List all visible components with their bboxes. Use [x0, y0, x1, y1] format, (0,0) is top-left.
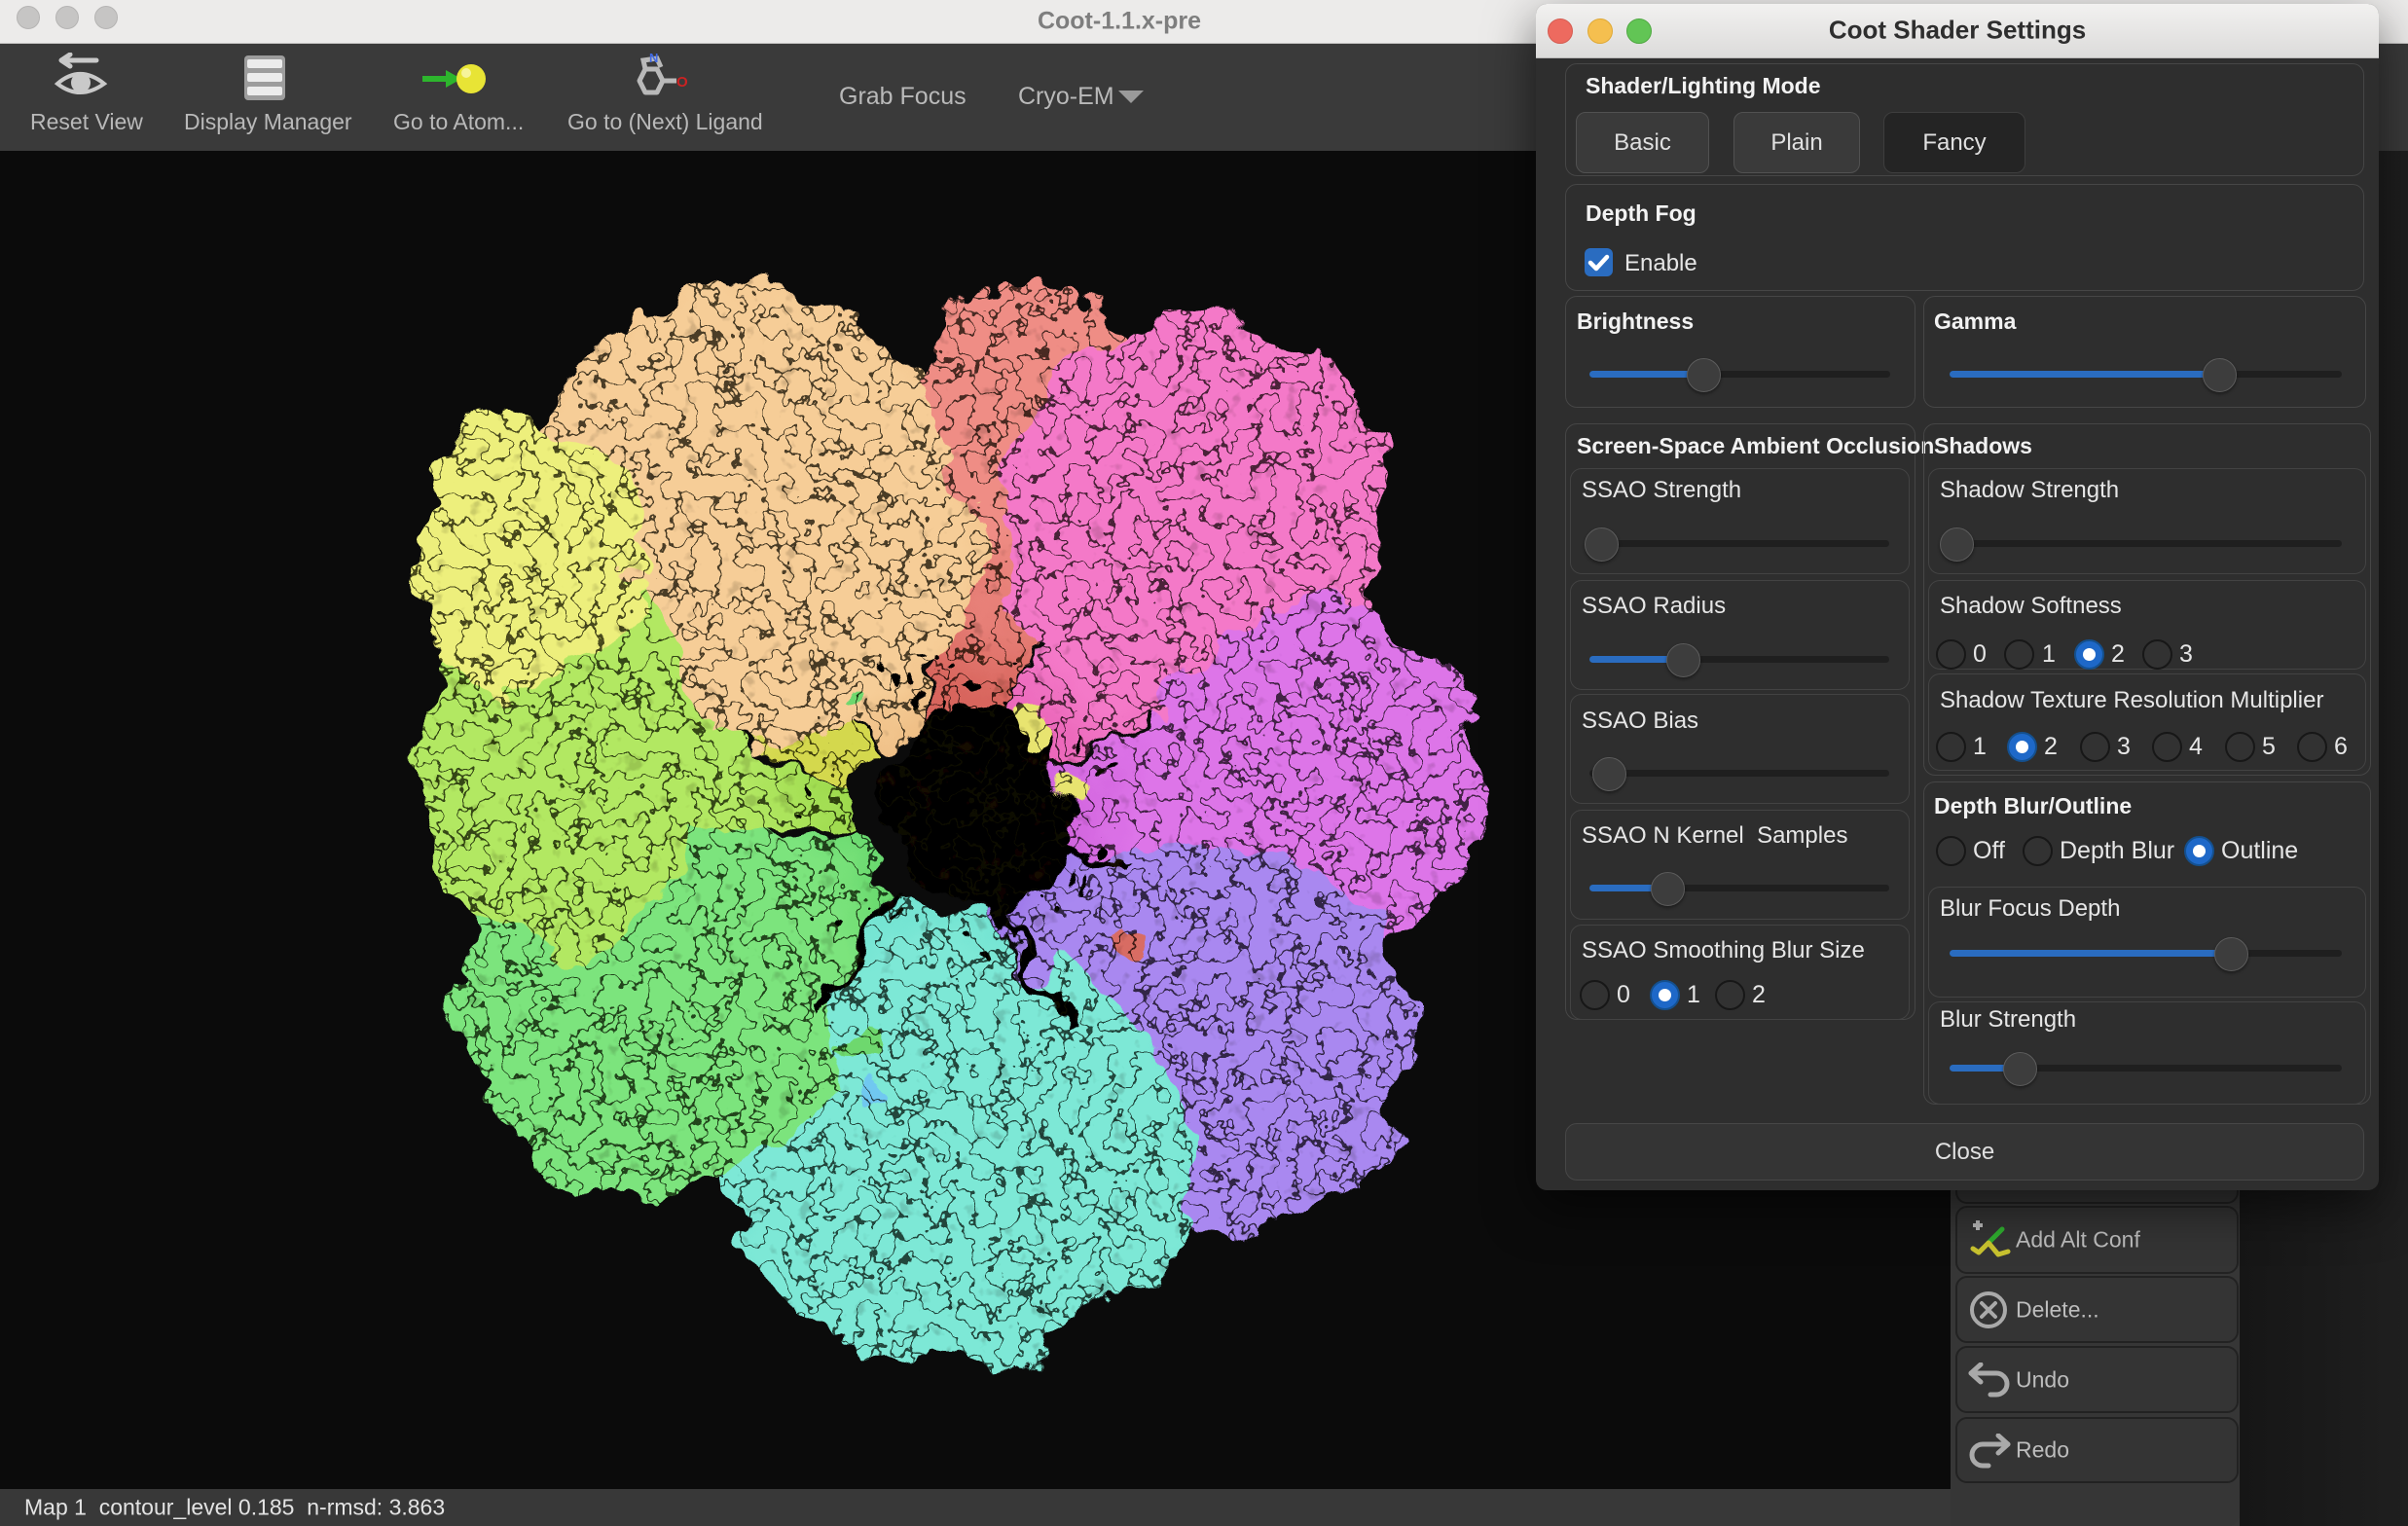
svg-text:N: N — [649, 54, 658, 65]
svg-text:O: O — [676, 74, 688, 91]
